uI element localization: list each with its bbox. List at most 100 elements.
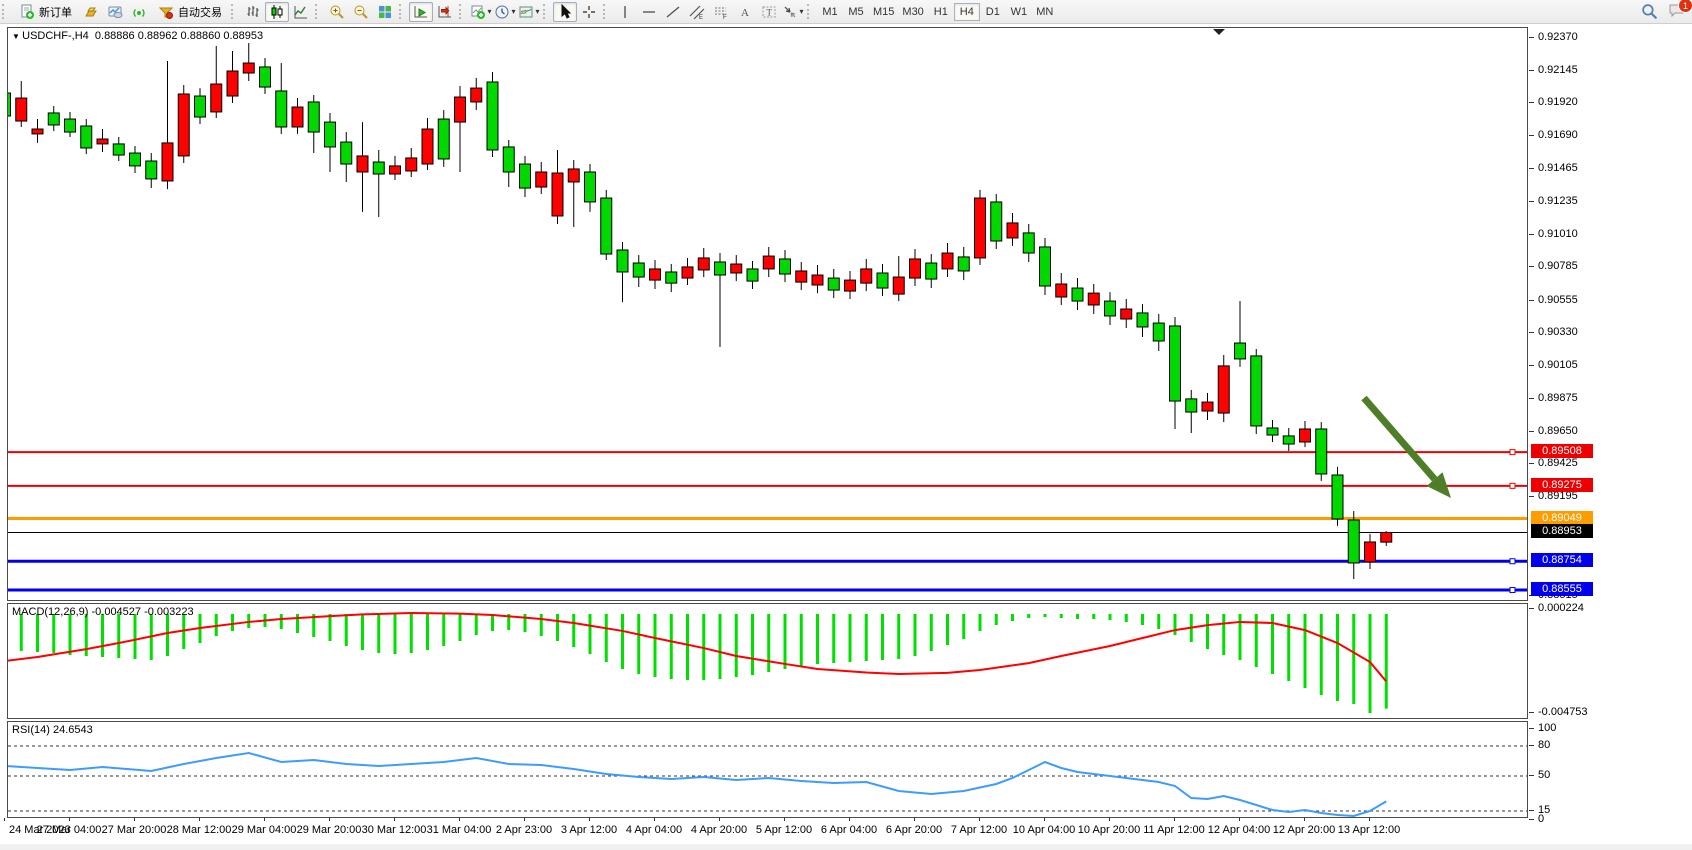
toolbar-grip[interactable] [807, 4, 813, 19]
line-anchor-marker[interactable] [1510, 588, 1515, 593]
date-tick-mark [1369, 818, 1370, 821]
axis-tick-mark [1529, 332, 1534, 333]
date-axis-label: 13 Apr 12:00 [1338, 824, 1400, 836]
toolbar-grip[interactable] [315, 4, 321, 19]
equidistant-channel-icon: E [689, 4, 705, 20]
crosshair-button[interactable] [577, 2, 601, 22]
new-order-button[interactable]: 新订单 [12, 1, 79, 23]
candlestick-chart[interactable] [8, 28, 1527, 600]
date-tick-mark [69, 818, 70, 821]
fibonacci-button[interactable]: F [709, 2, 733, 22]
price-chart-pane[interactable]: ▼ USDCHF-,H4 0.88886 0.88962 0.88860 0.8… [7, 27, 1528, 601]
chart-shift-button[interactable] [433, 2, 457, 22]
date-axis-label: 27 Mar 20:00 [102, 824, 167, 836]
auto-trading-label: 自动交易 [178, 4, 222, 20]
signal-button[interactable] [127, 2, 151, 22]
toolbar-grip[interactable] [459, 4, 465, 19]
zoom-in-button[interactable] [325, 2, 349, 22]
chart-shift-marker[interactable] [1213, 29, 1225, 35]
chevron-down-icon: ▾ [487, 7, 491, 16]
date-axis[interactable]: 24 Mar 202327 Mar 04:0027 Mar 20:0028 Ma… [7, 818, 1528, 844]
trend-arrow-shaft[interactable] [1364, 398, 1435, 479]
toolbar-grip[interactable] [399, 4, 405, 19]
line-anchor-marker[interactable] [1510, 450, 1515, 455]
zoom-out-button[interactable] [349, 2, 373, 22]
text-button[interactable]: A [733, 2, 757, 22]
macd-axis-min-label: -0.004753 [1538, 706, 1588, 718]
line-anchor-marker[interactable] [1510, 483, 1515, 488]
date-axis-label: 2 Apr 23:00 [496, 824, 552, 836]
text-label-button[interactable]: T [757, 2, 781, 22]
text-label-icon: T [761, 4, 777, 20]
axis-tick-mark [1529, 810, 1534, 811]
arrows-icon [782, 4, 798, 20]
date-axis-label: 10 Apr 04:00 [1013, 824, 1075, 836]
price-axis-tick-label: 0.89195 [1538, 490, 1578, 502]
rsi-indicator-pane[interactable]: RSI(14) 24.6543 [7, 721, 1528, 818]
price-axis-tick-label: 0.91690 [1538, 129, 1578, 141]
toolbar-grip[interactable] [543, 4, 549, 19]
gold-bar-button[interactable] [79, 2, 103, 22]
candles-group [8, 43, 1392, 579]
date-tick-mark [394, 818, 395, 821]
top-toolbar: 新订单 自动交易 [0, 0, 1692, 24]
horizontal-line-button[interactable] [637, 2, 661, 22]
macd-signal-line [8, 613, 1386, 681]
candlestick-chart-button[interactable] [265, 2, 289, 22]
symbol-dropdown-icon[interactable]: ▼ [12, 32, 22, 41]
arrows-button[interactable]: ▾ [781, 2, 805, 22]
rsi-axis-label: 80 [1538, 739, 1550, 751]
axis-tick-mark [1529, 70, 1534, 71]
tab-timeframe-m5[interactable]: M5 [843, 3, 869, 21]
line-chart-button[interactable] [289, 2, 313, 22]
vertical-line-icon [617, 4, 633, 20]
publish-chart-button[interactable] [103, 2, 127, 22]
zoom-out-icon [353, 4, 369, 20]
macd-indicator-pane[interactable]: MACD(12,26,9) -0.004527 -0.003223 [7, 603, 1528, 719]
bar-chart-button[interactable] [241, 2, 265, 22]
toolbar-grip[interactable] [603, 4, 609, 19]
tab-timeframe-d1[interactable]: D1 [980, 3, 1006, 21]
rsi-axis-label: 0 [1538, 813, 1544, 825]
line-anchor-marker[interactable] [1510, 559, 1515, 564]
price-axis[interactable]: 0.923700.921450.919200.916900.914650.912… [1529, 27, 1692, 827]
add-indicator-button[interactable]: ▾ [469, 2, 493, 22]
axis-tick-mark [1529, 431, 1534, 432]
axis-tick-mark [1529, 365, 1534, 366]
tab-timeframe-mn[interactable]: MN [1032, 3, 1058, 21]
tab-timeframe-m1[interactable]: M1 [817, 3, 843, 21]
equidistant-channel-button[interactable]: E [685, 2, 709, 22]
periods-button[interactable]: ▾ [493, 2, 517, 22]
axis-tick-mark [1529, 168, 1534, 169]
chart-title: ▼ USDCHF-,H4 0.88886 0.88962 0.88860 0.8… [12, 30, 263, 42]
toolbar-grip[interactable] [2, 4, 8, 19]
trend-line-button[interactable] [661, 2, 685, 22]
vertical-line-button[interactable] [613, 2, 637, 22]
tile-windows-button[interactable] [373, 2, 397, 22]
line-chart-icon [293, 4, 309, 20]
tab-timeframe-m15[interactable]: M15 [869, 3, 898, 21]
date-axis-label: 10 Apr 20:00 [1078, 824, 1140, 836]
date-tick-mark [589, 818, 590, 821]
date-axis-label: 5 Apr 12:00 [756, 824, 812, 836]
tab-timeframe-w1[interactable]: W1 [1006, 3, 1032, 21]
axis-tick-mark [1529, 398, 1534, 399]
templates-button[interactable]: ▾ [517, 2, 541, 22]
cursor-button[interactable] [553, 2, 577, 22]
text-icon: A [737, 4, 753, 20]
tab-timeframe-h4[interactable]: H4 [954, 3, 980, 21]
periods-clock-icon [494, 4, 510, 20]
auto-trading-button[interactable]: 自动交易 [151, 1, 229, 23]
price-axis-tick-label: 0.89875 [1538, 392, 1578, 404]
price-axis-tick-label: 0.91010 [1538, 228, 1578, 240]
tab-timeframe-h1[interactable]: H1 [928, 3, 954, 21]
toolbar-right-group: 1 [1641, 0, 1686, 23]
templates-icon [518, 4, 534, 20]
search-icon[interactable] [1641, 3, 1658, 20]
notifications-button[interactable]: 1 [1668, 2, 1686, 21]
auto-scroll-button[interactable] [409, 2, 433, 22]
toolbar-grip[interactable] [231, 4, 237, 19]
date-tick-mark [524, 818, 525, 821]
tab-timeframe-m30[interactable]: M30 [898, 3, 927, 21]
date-axis-label: 4 Apr 04:00 [626, 824, 682, 836]
